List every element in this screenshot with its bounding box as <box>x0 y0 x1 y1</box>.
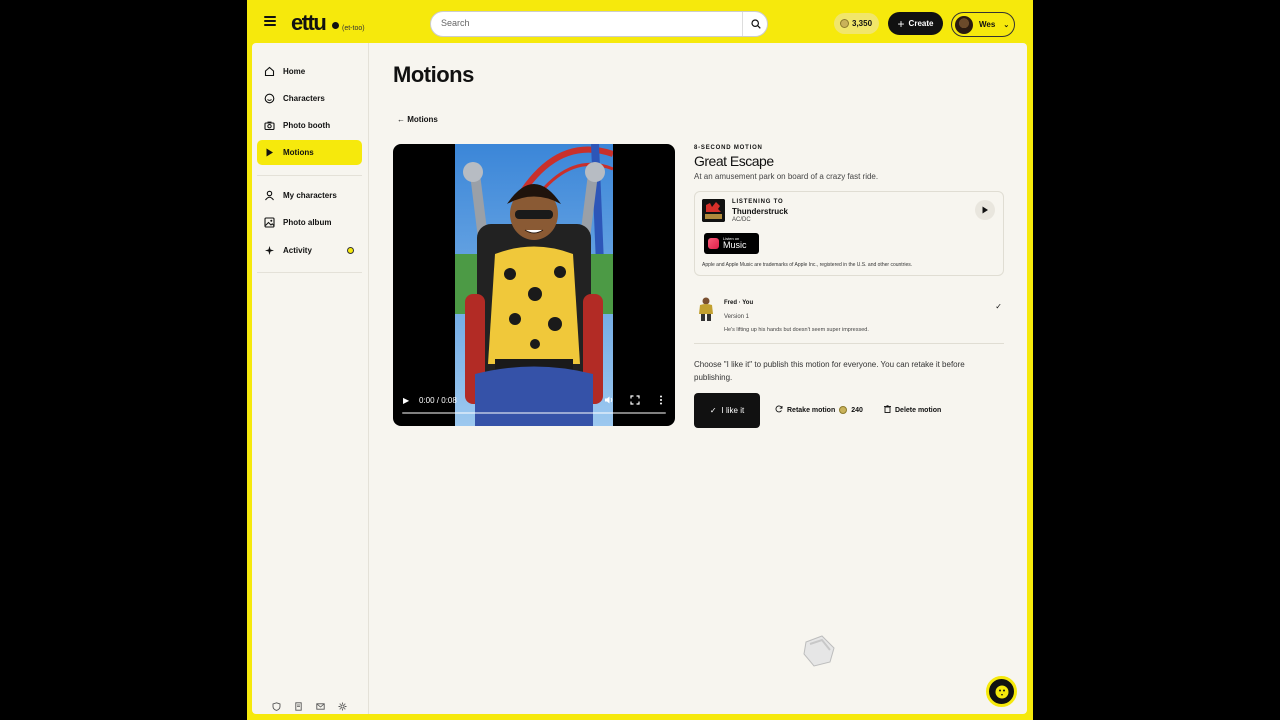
checkmark-icon: ✓ <box>995 302 1002 311</box>
retake-cost: 240 <box>851 406 863 414</box>
sparkle-icon <box>264 245 275 256</box>
page-title: Motions <box>393 62 474 87</box>
sidebar-item-label: Characters <box>283 94 325 103</box>
music-play-button[interactable] <box>975 200 995 220</box>
delete-motion-button[interactable]: Delete motion <box>884 405 941 415</box>
trash-icon <box>884 405 891 415</box>
back-link[interactable]: ← Motions <box>397 115 438 124</box>
coin-icon <box>839 406 848 414</box>
mail-icon[interactable] <box>316 698 325 710</box>
retake-motion-button[interactable]: Retake motion 240 <box>775 405 863 415</box>
app-frame: ettu (et-too) 3,350 + Create Wes ⌄ Home <box>247 0 1033 720</box>
refresh-icon <box>775 405 783 415</box>
sidebar-item-label: Photo album <box>283 218 332 227</box>
badge-big-text: Music <box>723 241 747 250</box>
apple-music-icon <box>708 238 719 249</box>
sidebar-item-home[interactable]: Home <box>257 59 362 84</box>
coin-icon <box>840 19 849 28</box>
smiley-icon <box>264 93 275 104</box>
sidebar-item-activity[interactable]: Activity <box>257 238 362 263</box>
avatar <box>955 15 973 34</box>
user-menu[interactable]: Wes ⌄ <box>951 12 1015 37</box>
retake-label: Retake motion <box>787 406 836 414</box>
play-icon <box>264 147 275 158</box>
video-progress-bar[interactable] <box>402 412 666 414</box>
create-label: Create <box>908 19 934 28</box>
search-input[interactable] <box>441 18 731 28</box>
i-like-it-button[interactable]: ✓ I like it <box>694 393 760 428</box>
sidebar: Home Characters Photo booth Motions My c… <box>252 43 369 714</box>
track-artist: AC/DC <box>732 217 751 223</box>
sidebar-item-label: Photo booth <box>283 121 331 130</box>
apple-music-badge-text: Listen on Music <box>723 237 747 250</box>
more-options-icon[interactable] <box>659 395 663 407</box>
sidebar-divider <box>257 175 362 176</box>
logo-pronunciation: (et-too) <box>342 25 365 32</box>
home-icon <box>264 66 275 77</box>
sidebar-item-motions[interactable]: Motions <box>257 140 362 165</box>
listening-label: LISTENING TO <box>732 199 784 205</box>
version-number: Version 1 <box>724 314 750 320</box>
sidebar-item-photo-album[interactable]: Photo album <box>257 210 362 235</box>
sidebar-item-my-characters[interactable]: My characters <box>257 183 362 208</box>
user-name: Wes <box>979 20 996 29</box>
camera-icon <box>264 120 275 131</box>
person-icon <box>264 190 275 201</box>
version-author: Fred · You <box>724 300 754 306</box>
play-icon <box>982 206 988 214</box>
create-button[interactable]: + Create <box>888 12 943 35</box>
album-art <box>702 199 725 222</box>
search-bar <box>430 11 768 37</box>
sidebar-item-photo-booth[interactable]: Photo booth <box>257 113 362 138</box>
sidebar-divider <box>257 272 362 273</box>
play-icon[interactable]: ▶ <box>403 396 409 405</box>
i-like-it-label: I like it <box>721 406 745 415</box>
image-icon <box>264 217 275 228</box>
coin-balance[interactable]: 3,350 <box>834 13 879 34</box>
fullscreen-icon[interactable] <box>630 395 640 407</box>
video-time: 0:00 / 0:08 <box>419 396 457 405</box>
video-frame-image <box>455 144 613 426</box>
plus-icon: + <box>897 16 905 31</box>
top-bar: ettu (et-too) 3,350 + Create Wes ⌄ <box>247 0 1033 43</box>
info-icon[interactable] <box>332 22 339 29</box>
settings-icon[interactable] <box>338 698 347 711</box>
sidebar-item-label: Motions <box>283 148 314 157</box>
menu-icon[interactable] <box>264 16 276 26</box>
floating-decoration <box>800 632 838 668</box>
badge-music-label: Music <box>723 240 747 250</box>
checkmark-icon: ✓ <box>709 406 717 415</box>
assistant-button[interactable] <box>986 676 1017 707</box>
version-note: He's lifting up his hands but doesn't se… <box>724 327 869 333</box>
video-player[interactable]: ▶ 0:00 / 0:08 <box>393 144 675 426</box>
music-card: LISTENING TO Thunderstruck AC/DC Listen … <box>694 191 1004 276</box>
delete-label: Delete motion <box>895 406 942 414</box>
search-divider <box>742 12 743 36</box>
shield-icon[interactable] <box>272 698 281 711</box>
motion-title: Great Escape <box>694 153 774 169</box>
coin-count: 3,350 <box>852 19 873 28</box>
search-icon[interactable] <box>751 19 761 29</box>
track-title: Thunderstruck <box>732 207 789 216</box>
sidebar-footer <box>272 698 347 711</box>
chat-face-icon <box>995 685 1008 698</box>
logo[interactable]: ettu <box>291 10 327 36</box>
sidebar-item-label: Activity <box>283 246 312 255</box>
character-thumbnail <box>696 296 716 322</box>
sidebar-item-label: Home <box>283 67 306 76</box>
publish-instructions: Choose "I like it" to publish this motio… <box>694 360 965 382</box>
document-icon[interactable] <box>294 698 303 711</box>
version-row[interactable]: Fred · You Version 1 He's lifting up his… <box>694 294 1004 344</box>
video-controls: ▶ 0:00 / 0:08 <box>393 386 675 426</box>
chevron-down-icon: ⌄ <box>1003 21 1010 29</box>
motion-eyebrow: 8-SECOND MOTION <box>694 145 763 151</box>
apple-music-badge[interactable]: Listen on Music <box>704 233 759 254</box>
sidebar-item-label: My characters <box>283 191 337 200</box>
notification-dot <box>347 247 354 254</box>
volume-icon[interactable] <box>604 395 614 407</box>
motion-description: At an amusement park on board of a crazy… <box>694 172 879 181</box>
trademark-notice: Apple and Apple Music are trademarks of … <box>702 262 913 268</box>
app-content: Home Characters Photo booth Motions My c… <box>252 43 1027 714</box>
sidebar-item-characters[interactable]: Characters <box>257 86 362 111</box>
